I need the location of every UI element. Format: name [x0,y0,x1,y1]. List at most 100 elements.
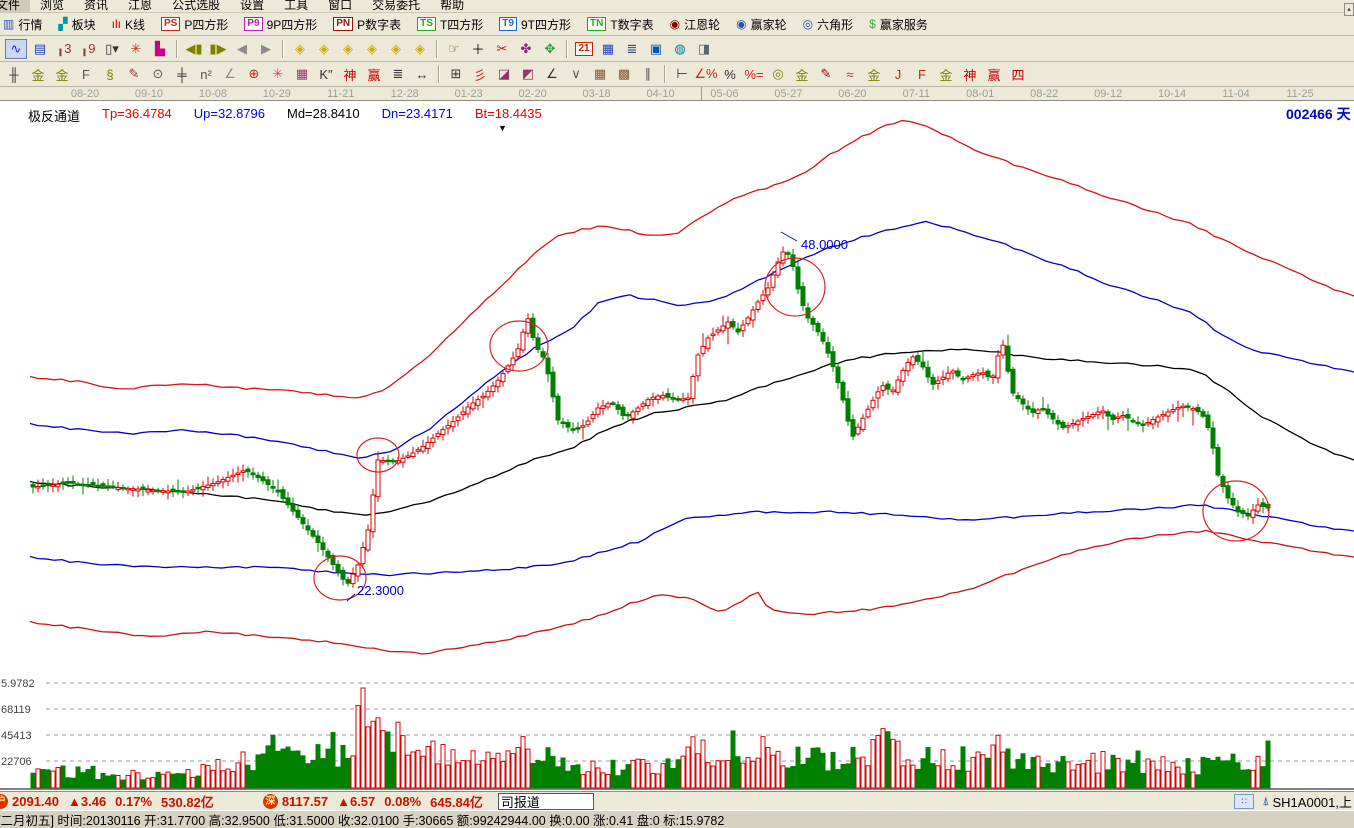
toolbar-button-winner-wheel[interactable]: ◉赢家轮 [730,14,793,35]
fib-scale-icon[interactable]: F [75,64,97,84]
grid-box-2-icon[interactable]: ▩ [613,64,635,84]
toolbar-button-9t-square[interactable]: T99T四方形 [493,14,577,35]
menu-item-8[interactable]: 交易委托 [362,0,430,13]
menu-item-6[interactable]: 工具 [274,0,318,13]
pen-measure-icon[interactable]: ✎ [123,64,145,84]
pattern-green-icon[interactable]: ✥ [539,39,561,59]
chart-area[interactable]: 5.978268119454132270648.000022.3000 极反通道… [0,101,1354,791]
menu-item-2[interactable]: 资讯 [74,0,118,13]
menu-item-9[interactable]: 帮助 [430,0,474,13]
toolbar-button-blocks[interactable]: ▞板块 [52,14,101,35]
wave-check-icon[interactable]: ∨ [565,64,587,84]
pct-angle-icon[interactable]: ∠% [695,64,717,84]
print-report-icon[interactable]: ◨ [693,39,715,59]
ying-angle-icon[interactable]: 赢 [983,64,1005,84]
menu-item-4[interactable]: 公式选股 [162,0,230,13]
toolbar-button-p-table[interactable]: PNP数字表 [327,14,407,35]
expand-horizontal-icon[interactable]: ◈ [337,39,359,59]
expand-all-icon[interactable]: ◈ [409,39,431,59]
menu-item-1[interactable]: 浏览 [30,0,74,13]
comb-ruler-icon[interactable]: ╪ [171,64,193,84]
circle-target-icon[interactable]: ⊕ [243,64,265,84]
gann-box-icon[interactable]: ⊞ [445,64,467,84]
toolbar-button-hexagon[interactable]: ◎六角形 [797,14,860,35]
cycle-clock-icon[interactable]: ⊙ [147,64,169,84]
toolbar-button-p-square[interactable]: PSP四方形 [155,14,234,35]
info-view-icon[interactable]: ▤ [29,39,51,59]
span-measure-icon[interactable]: ↔ [411,64,433,84]
n-square-icon[interactable]: n² [195,64,217,84]
compress-horizontal-icon[interactable]: ◈ [361,39,383,59]
toolbar-button-gann-wheel[interactable]: ◉江恩轮 [664,14,727,35]
hand-tool-icon[interactable]: ☞ [443,39,465,59]
percent-icon[interactable]: % [719,64,741,84]
menu-item-0[interactable]: 文件 [0,0,30,13]
toolbar-button-t-square[interactable]: TST四方形 [411,14,489,35]
notes-view-icon[interactable]: ≣ [621,39,643,59]
price-scale-icon[interactable]: ⊢ [671,64,693,84]
gold-scale-a-icon[interactable]: 金 [27,64,49,84]
ying-tool-icon[interactable]: 赢 [363,64,385,84]
angle-mirror-icon[interactable]: ∠ [219,64,241,84]
grid-target-icon[interactable]: ▦ [291,64,313,84]
k-note-icon[interactable]: K″ [315,64,337,84]
shen-tool-icon[interactable]: 神 [339,64,361,84]
ray-fan-icon[interactable]: 彡 [469,64,491,84]
gann-ruler-icon[interactable]: ╫ [3,64,25,84]
grid-box-icon[interactable]: ▦ [589,64,611,84]
toolbar-button-kline[interactable]: ılıK线 [106,14,151,35]
ink-brush-icon[interactable]: ✎ [815,64,837,84]
shen-angle-icon[interactable]: 神 [959,64,981,84]
pattern-red-icon[interactable]: ✳ [125,39,147,59]
save-chart-icon[interactable]: ▣ [645,39,667,59]
trend-angle-icon[interactable]: ∠ [541,64,563,84]
pct-line-icon[interactable]: %= [743,64,765,84]
mini-scroll-button[interactable]: ▴ [1344,3,1354,16]
magnet-tool-icon[interactable]: ✤ [515,39,537,59]
toolbar-button-winner-service[interactable]: $赢家服务 [863,14,934,35]
indicator-param-caret-icon[interactable]: ▼ [498,123,507,133]
toolbar-button-t-table[interactable]: TNT数字表 [581,14,660,35]
star-target-icon[interactable]: ✳ [267,64,289,84]
trend-tool-icon[interactable]: ∿ [5,39,27,59]
toolbar-button-quotes[interactable]: ▥行情 [0,14,48,35]
chart-period-9-icon[interactable]: ╻9 [77,39,99,59]
candle-style-icon[interactable]: ▯▾ [101,39,123,59]
last-bar-icon[interactable]: ▮▶ [207,39,229,59]
first-bar-icon[interactable]: ◀▮ [183,39,205,59]
chart-canvas[interactable]: 5.978268119454132270648.000022.3000 [0,101,1354,791]
menu-item-7[interactable]: 窗口 [318,0,362,13]
parallel-lines-icon[interactable]: ∥ [637,64,659,84]
fan-box-icon[interactable]: ◪ [493,64,515,84]
ruler-123-icon[interactable]: ≣ [387,64,409,84]
shift-right-icon[interactable]: ◈ [313,39,335,59]
band-wave-icon[interactable]: ≈ [839,64,861,84]
prev-bar-icon[interactable]: ◀ [231,39,253,59]
si-angle-icon[interactable]: 四 [1007,64,1029,84]
f-angle-icon[interactable]: F [911,64,933,84]
coil-scale-icon[interactable]: § [99,64,121,84]
chart-period-3-icon[interactable]: ╻3 [53,39,75,59]
calculator-icon[interactable]: ▦ [597,39,619,59]
compress-vertical-icon[interactable]: ◈ [385,39,407,59]
remote-data-icon[interactable]: ◍ [669,39,691,59]
crosshair-tool-icon[interactable]: ＋ [467,39,489,59]
gold-hline-2-icon[interactable]: 金 [863,64,885,84]
gold-angle-icon[interactable]: 金 [935,64,957,84]
gold-hline-icon[interactable]: 金 [791,64,813,84]
menu-item-3[interactable]: 江恩 [118,0,162,13]
menu-item-5[interactable]: 设置 [230,0,274,13]
splitter-button[interactable]: ∷ [1234,794,1254,809]
shift-left-icon[interactable]: ◈ [289,39,311,59]
color-histogram-icon[interactable]: ▙ [149,39,171,59]
news-ticker[interactable]: 司报道 [498,793,594,810]
clip-measure-icon[interactable]: ✂ [491,39,513,59]
calendar-icon[interactable]: 21 [573,39,595,59]
next-bar-icon[interactable]: ▶ [255,39,277,59]
sz-index-amount: 645.84亿 [430,792,483,811]
j-angle-icon[interactable]: J [887,64,909,84]
fan-box-2-icon[interactable]: ◩ [517,64,539,84]
toolbar-button-9p-square[interactable]: P99P四方形 [238,14,323,35]
gold-scale-b-icon[interactable]: 金 [51,64,73,84]
gold-circle-icon[interactable]: ◎ [767,64,789,84]
